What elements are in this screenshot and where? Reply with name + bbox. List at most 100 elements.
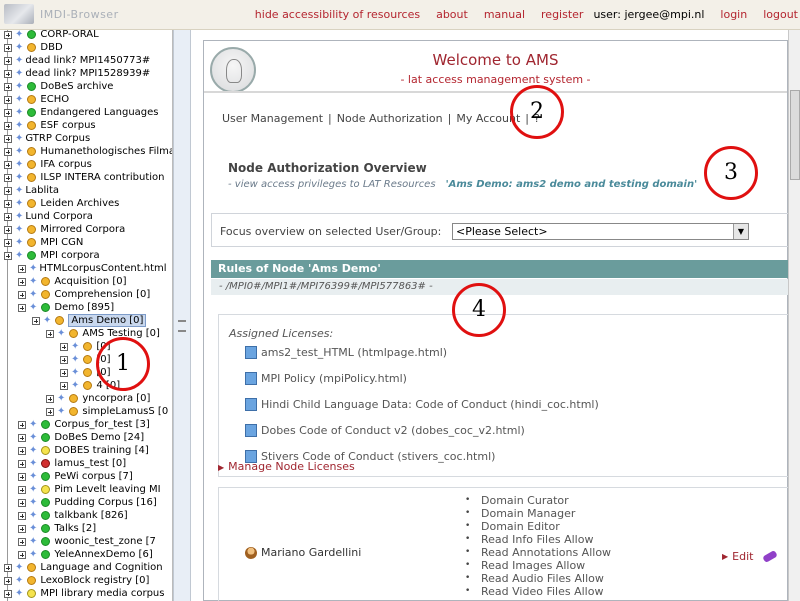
tree-node[interactable]: ✦ ESF corpus (4, 119, 96, 132)
tree-node[interactable]: ✦ dead link? MPI1450773# (4, 54, 150, 67)
expand-toggle-icon[interactable] (18, 524, 26, 533)
expand-toggle-icon[interactable] (4, 147, 12, 156)
tree-node[interactable]: ✦ MPI library media corpus (4, 587, 164, 600)
tree-node[interactable]: ✦ Language and Cognition (4, 561, 163, 574)
tree-node-label[interactable]: Mirrored Corpora (40, 224, 125, 235)
tree-node-label[interactable]: HTMLcorpusContent.html (39, 263, 166, 274)
tree-node-label[interactable]: Lund Corpora (25, 211, 93, 222)
tree-node-label[interactable]: dead link? MPI1450773# (25, 55, 150, 66)
login-link[interactable]: login (720, 8, 747, 21)
expand-toggle-icon[interactable] (4, 95, 12, 104)
tree-node-label[interactable]: MPI CGN (40, 237, 83, 248)
tree-node-label[interactable]: ILSP INTERA contribution (40, 172, 164, 183)
manage-node-licenses-link[interactable]: ▶ Manage Node Licenses (218, 460, 355, 473)
tree-node-label[interactable]: Comprehension [0] (54, 289, 150, 300)
tree-node-label[interactable]: Ams Demo [0] (68, 314, 147, 327)
expand-toggle-icon[interactable] (4, 56, 12, 65)
tree-node[interactable]: ✦ HTMLcorpusContent.html (18, 262, 167, 275)
expand-toggle-icon[interactable] (18, 446, 26, 455)
tree-node-label[interactable]: IFA corpus (40, 159, 91, 170)
tree-node[interactable]: ✦ CORP-ORAL (4, 30, 99, 41)
tree-node-label[interactable]: GTRP Corpus (25, 133, 90, 144)
main-scrollbar[interactable] (788, 30, 800, 601)
tree-node[interactable]: ✦ LexoBlock registry [0] (4, 574, 149, 587)
tree-node[interactable]: ✦ DoBeS archive (4, 80, 113, 93)
tree-node[interactable]: ✦ yncorpora [0] (46, 392, 150, 405)
tree-node-label[interactable]: ESF corpus (40, 120, 95, 131)
license-item[interactable]: Dobes Code of Conduct v2 (dobes_coc_v2.h… (245, 424, 525, 437)
edit-label[interactable]: Edit (732, 550, 753, 563)
tree-node[interactable]: ✦ simpleLamusS [0 (46, 405, 168, 418)
expand-toggle-icon[interactable] (4, 43, 12, 52)
tree-node-label[interactable]: Language and Cognition (40, 562, 162, 573)
logout-link[interactable]: logout (763, 8, 798, 21)
expand-toggle-icon[interactable] (4, 30, 12, 39)
tree-node-label[interactable]: yncorpora [0] (82, 393, 150, 404)
tree-node-label[interactable]: Leiden Archives (40, 198, 119, 209)
tree-node-label[interactable]: MPI library media corpus (40, 588, 164, 599)
tree-node-label[interactable]: Pudding Corpus [16] (54, 497, 156, 508)
tree-node-label[interactable]: LexoBlock registry [0] (40, 575, 149, 586)
tree-node[interactable]: ✦ ILSP INTERA contribution (4, 171, 165, 184)
tree-node-label[interactable]: dead link? MPI1528939# (25, 68, 150, 79)
tree-node-label[interactable]: Lablita (25, 185, 59, 196)
tree-node[interactable]: ✦ Endangered Languages (4, 106, 159, 119)
scrollbar-thumb[interactable] (790, 90, 800, 180)
tree-node[interactable]: ✦ DOBES training [4] (18, 444, 149, 457)
tree-node-label[interactable]: lamus_test [0] (54, 458, 126, 469)
expand-toggle-icon[interactable] (18, 433, 26, 442)
tree-node[interactable]: ✦ Lablita (4, 184, 59, 197)
tree-node[interactable]: ✦ DBD (4, 41, 63, 54)
expand-toggle-icon[interactable] (4, 199, 12, 208)
nav-register-link[interactable]: register (541, 8, 583, 21)
tree-node[interactable]: ✦ ECHO (4, 93, 69, 106)
expand-toggle-icon[interactable] (60, 342, 68, 351)
tree-node[interactable]: ✦ Pim Levelt leaving MI (18, 483, 161, 496)
tree-node[interactable]: ✦ YeleAnnexDemo [6] (18, 548, 153, 561)
tree-node[interactable]: ✦ woonic_test_zone [7 (18, 535, 156, 548)
expand-toggle-icon[interactable] (18, 303, 26, 312)
expand-toggle-icon[interactable] (4, 108, 12, 117)
expand-toggle-icon[interactable] (18, 472, 26, 481)
expand-toggle-icon[interactable] (46, 394, 54, 403)
pencil-icon[interactable] (762, 549, 779, 564)
expand-toggle-icon[interactable] (18, 277, 26, 286)
license-item[interactable]: Hindi Child Language Data: Code of Condu… (245, 398, 599, 411)
tree-node[interactable]: ✦ Pudding Corpus [16] (18, 496, 157, 509)
tree-node[interactable]: ✦ Leiden Archives (4, 197, 119, 210)
menu-user-management[interactable]: User Management (222, 112, 323, 125)
menu-node-authorization[interactable]: Node Authorization (337, 112, 443, 125)
license-label[interactable]: ams2_test_HTML (htmlpage.html) (261, 346, 447, 359)
expand-toggle-icon[interactable] (4, 69, 12, 78)
tree-node[interactable]: ✦ Ams Demo [0] (32, 314, 147, 327)
license-item[interactable]: MPI Policy (mpiPolicy.html) (245, 372, 407, 385)
tree-node[interactable]: ✦ AMS Testing [0] (46, 327, 160, 340)
tree-node[interactable]: ✦ Demo [895] (18, 301, 114, 314)
tree-node[interactable]: ✦ dead link? MPI1528939# (4, 67, 150, 80)
nav-about-link[interactable]: about (436, 8, 468, 21)
tree-node-label[interactable]: simpleLamusS [0 (82, 406, 168, 417)
tree-node[interactable]: ✦ PeWi corpus [7] (18, 470, 133, 483)
tree-node-label[interactable]: Talks [2] (54, 523, 96, 534)
license-label[interactable]: Hindi Child Language Data: Code of Condu… (261, 398, 599, 411)
tree-node-label[interactable]: YeleAnnexDemo [6] (54, 549, 152, 560)
tree-node-label[interactable]: DoBeS archive (40, 81, 113, 92)
tree-node[interactable]: ✦ Lund Corpora (4, 210, 93, 223)
expand-toggle-icon[interactable] (4, 134, 12, 143)
expand-toggle-icon[interactable] (60, 368, 68, 377)
expand-toggle-icon[interactable] (18, 264, 26, 273)
expand-toggle-icon[interactable] (4, 225, 12, 234)
expand-toggle-icon[interactable] (4, 121, 12, 130)
expand-toggle-icon[interactable] (4, 563, 12, 572)
tree-node[interactable]: ✦ Acquisition [0] (18, 275, 127, 288)
tree-node-label[interactable]: Corpus_for_test [3] (54, 419, 149, 430)
expand-toggle-icon[interactable] (46, 407, 54, 416)
tree-node[interactable]: ✦ MPI corpora (4, 249, 100, 262)
tree-node[interactable]: ✦ talkbank [826] (18, 509, 128, 522)
tree-node[interactable]: ✦ Corpus_for_test [3] (18, 418, 150, 431)
expand-toggle-icon[interactable] (4, 160, 12, 169)
expand-toggle-icon[interactable] (18, 498, 26, 507)
license-label[interactable]: Dobes Code of Conduct v2 (dobes_coc_v2.h… (261, 424, 525, 437)
manage-licenses-label[interactable]: Manage Node Licenses (228, 460, 355, 473)
tree-node-label[interactable]: DOBES training [4] (54, 445, 148, 456)
